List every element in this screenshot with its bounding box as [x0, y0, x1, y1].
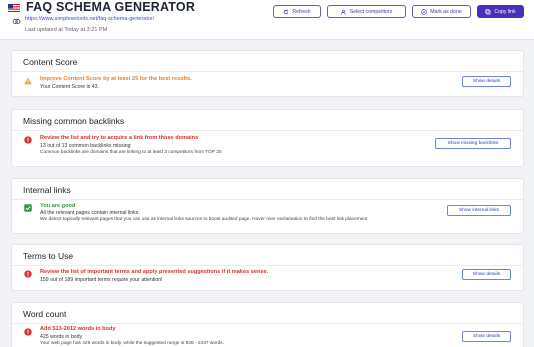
copy-link-button[interactable]: Copy link	[477, 5, 524, 18]
show-missing-backlinks-button[interactable]: Show missing backlinks	[435, 138, 511, 149]
card-divider	[12, 323, 523, 324]
users-icon	[340, 9, 346, 14]
error-icon	[24, 270, 32, 278]
message-text: 159 out of 189 important terms require y…	[40, 277, 163, 283]
message-title: Improve Content Score by at least 25 for…	[40, 76, 192, 82]
page-url-link[interactable]: https://www.simplesetools.net/faq-schema…	[25, 16, 154, 22]
us-flag-icon	[8, 4, 20, 12]
message-title: Review the list and try to acquire a lin…	[40, 135, 199, 141]
link-icon	[12, 18, 21, 25]
message-subtext: We detect topically relevant pages that …	[40, 217, 369, 222]
card-title: Terms to Use	[23, 251, 74, 261]
show-internal-links-button[interactable]: Show internal links	[447, 205, 511, 216]
message-title: Add 513-2012 words in body	[40, 326, 116, 332]
message-text: Your Content Score is 43.	[40, 84, 99, 90]
check-icon	[24, 204, 32, 212]
card-divider	[12, 130, 523, 131]
error-icon	[24, 136, 32, 144]
message-text: 13 out of 13 common backlinks missing	[40, 143, 131, 149]
backlinks-card: Missing common backlinks Review the list…	[11, 109, 524, 167]
message-text: 425 words in body	[40, 334, 83, 340]
message-text: All the relevant pages contain internal …	[40, 210, 140, 216]
select-competitors-label: Select competitors	[349, 8, 393, 15]
page-title: FAQ SCHEMA GENERATOR	[26, 0, 196, 14]
card-divider	[12, 199, 523, 200]
check-circle-icon	[421, 8, 427, 15]
message-subtext: Your web page has 425 words in body, whi…	[40, 341, 225, 346]
message-title: You are good	[40, 203, 76, 209]
word-count-card: Word count Add 513-2012 words in body 42…	[11, 302, 524, 347]
error-icon	[24, 328, 32, 336]
card-title: Content Score	[23, 57, 78, 67]
copy-icon	[485, 8, 491, 14]
card-divider	[12, 71, 523, 72]
refresh-button[interactable]: Refresh	[273, 5, 321, 18]
show-details-button[interactable]: Show details	[462, 331, 511, 342]
page-header: FAQ SCHEMA GENERATOR https://www.simples…	[0, 0, 534, 40]
last-updated-text: Last updated at Today at 3:21 PM	[25, 27, 108, 33]
select-competitors-button[interactable]: Select competitors	[327, 5, 406, 18]
mark-as-done-button[interactable]: Mark as done	[412, 5, 471, 18]
card-divider	[12, 265, 523, 266]
warning-icon	[24, 77, 32, 85]
mark-as-done-label: Mark as done	[430, 8, 462, 15]
terms-card: Terms to Use Review the list of importan…	[11, 244, 524, 291]
show-details-button[interactable]: Show details	[462, 76, 511, 87]
card-title: Word count	[23, 309, 67, 319]
content-score-card: Content Score Improve Content Score by a…	[11, 50, 524, 97]
card-title: Missing common backlinks	[23, 116, 125, 126]
refresh-icon	[284, 9, 289, 14]
message-subtext: Common backlinks are domains that are li…	[40, 150, 222, 155]
refresh-button-label: Refresh	[292, 8, 311, 15]
internal-links-card: Internal links You are good All the rele…	[11, 178, 524, 234]
show-details-button[interactable]: Show details	[462, 269, 511, 280]
card-title: Internal links	[23, 185, 71, 195]
copy-link-label: Copy link	[494, 8, 516, 15]
message-title: Review the list of important terms and a…	[40, 269, 269, 275]
